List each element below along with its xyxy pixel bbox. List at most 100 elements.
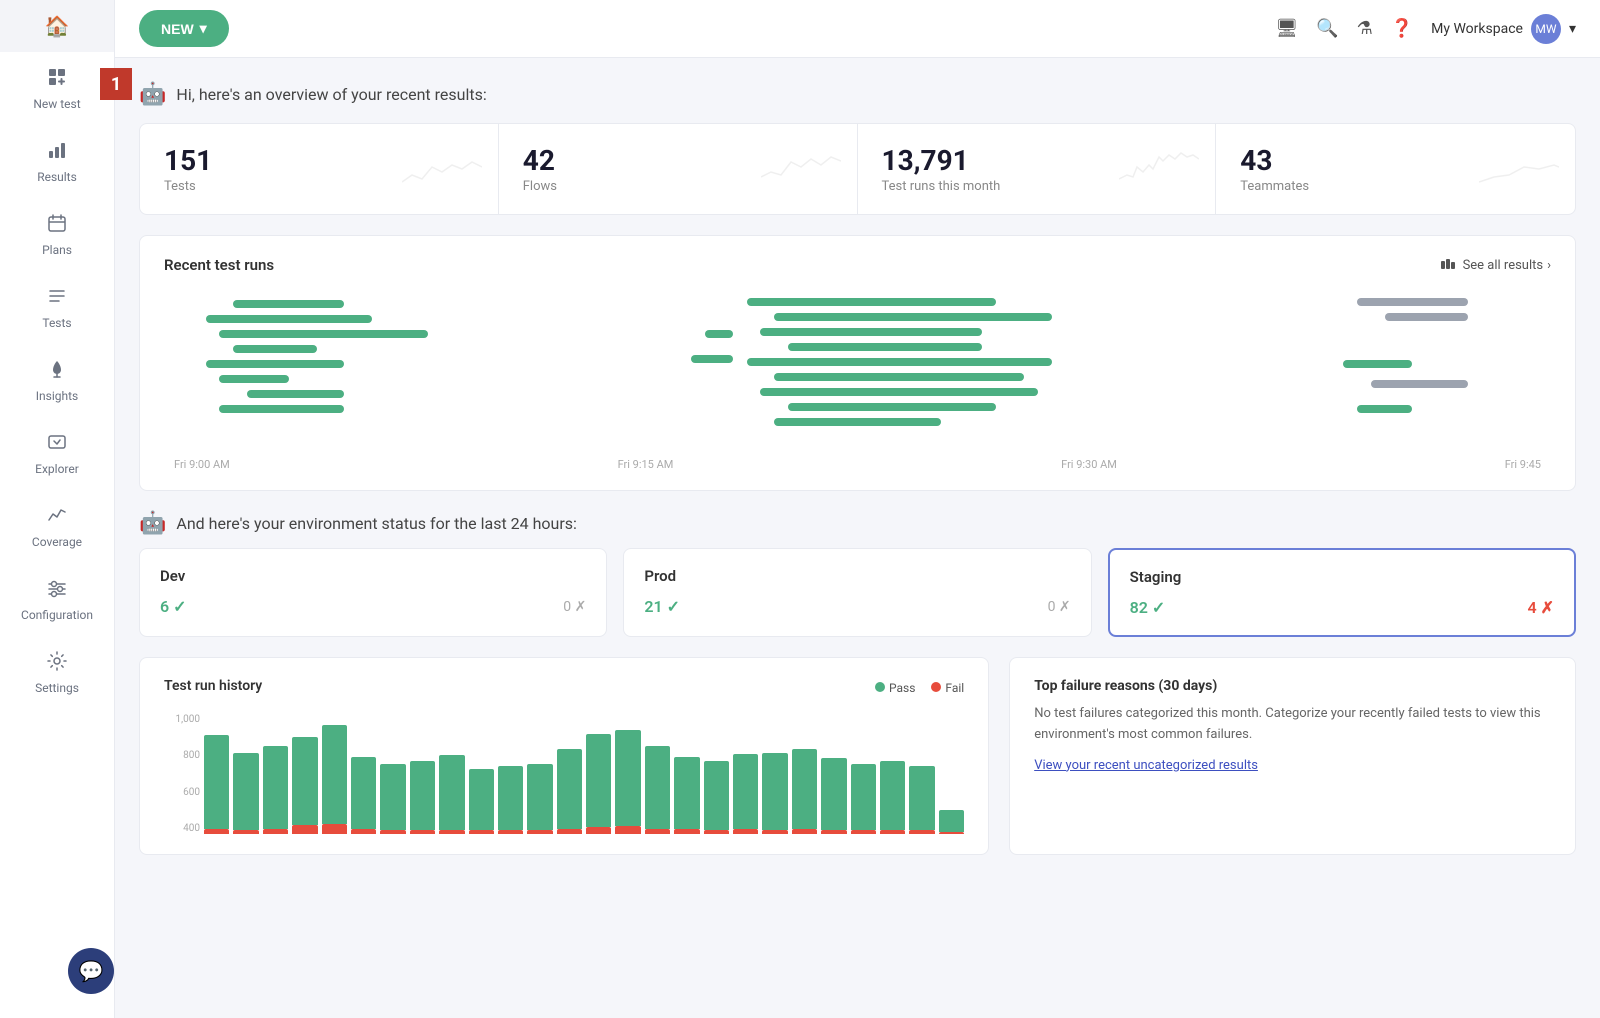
stat-card-teammates[interactable]: 43 Teammates (1216, 124, 1575, 214)
env-card-staging[interactable]: Staging 82 ✓ 4 ✗ (1108, 548, 1576, 637)
filter-icon[interactable]: ⚗ (1357, 18, 1373, 39)
plans-icon (46, 212, 68, 239)
help-icon[interactable]: ❓ (1391, 18, 1413, 39)
sidebar-label-coverage: Coverage (32, 535, 82, 549)
chat-bubble[interactable]: 💬 (68, 948, 114, 994)
bar-group (792, 749, 817, 834)
legend-pass: Pass (875, 681, 915, 695)
bar-fail (410, 830, 435, 834)
bar-fail (674, 829, 699, 835)
sidebar-item-home[interactable]: 🏠 (0, 0, 114, 52)
bar-pass (351, 757, 376, 829)
bar-group (674, 757, 699, 834)
env-fail-prod: 0 ✗ (1048, 599, 1071, 615)
sidebar-item-new-test[interactable]: New test (0, 52, 114, 125)
bar-fail (645, 829, 670, 835)
configuration-icon (46, 577, 68, 604)
failure-link[interactable]: View your recent uncategorized results (1034, 758, 1551, 773)
bar-fail (821, 830, 846, 834)
sidebar-item-results[interactable]: Results (0, 125, 114, 198)
tests-sparkline (402, 147, 482, 191)
dropdown-arrow-icon: ▾ (200, 20, 207, 37)
monitor-icon[interactable]: 🖥 (1275, 18, 1298, 39)
bar-pass (292, 737, 317, 825)
user-avatar: MW (1531, 14, 1561, 44)
timeline-label-2: Fri 9:30 AM (1061, 458, 1117, 470)
bar-pass (733, 754, 758, 829)
bar-fail (792, 829, 817, 835)
bar-pass (909, 766, 934, 830)
bar-group (645, 746, 670, 834)
workspace-dropdown-icon: ▾ (1569, 21, 1576, 37)
bar-pass (410, 761, 435, 829)
bar-fail (380, 830, 405, 834)
bar-pass (557, 749, 582, 828)
new-button-label: NEW (161, 21, 194, 37)
bar-chart (164, 714, 964, 834)
bar-group (469, 769, 494, 834)
env-card-prod[interactable]: Prod 21 ✓ 0 ✗ (623, 548, 1091, 637)
see-all-results-link[interactable]: See all results › (1439, 257, 1551, 273)
bar-pass (498, 766, 523, 830)
recent-runs-header: Recent test runs See all results › (164, 256, 1551, 274)
bar-fail (469, 830, 494, 834)
sidebar-item-explorer[interactable]: Explorer (0, 417, 114, 490)
workspace-menu[interactable]: My Workspace MW ▾ (1431, 14, 1576, 44)
stat-card-tests[interactable]: 151 Tests (140, 124, 499, 214)
bar-fail (292, 825, 317, 834)
bar-pass (380, 764, 405, 830)
bar-pass (233, 753, 258, 830)
new-button[interactable]: NEW ▾ (139, 10, 229, 47)
explorer-icon (46, 431, 68, 458)
bar-pass (821, 758, 846, 830)
sidebar-item-plans[interactable]: Plans (0, 198, 114, 271)
workspace-name: My Workspace (1431, 21, 1523, 37)
topnav-actions: 🖥 🔍 ⚗ ❓ My Workspace MW ▾ (1275, 14, 1576, 44)
search-icon[interactable]: 🔍 (1316, 18, 1338, 39)
failure-title: Top failure reasons (30 days) (1034, 678, 1551, 694)
bar-group (322, 725, 347, 834)
bottom-row: Test run history Pass Fail 1,000 800 600… (139, 657, 1576, 855)
bar-pass (322, 725, 347, 824)
bar-pass (615, 730, 640, 827)
bar-group (263, 746, 288, 834)
bar-pass (851, 764, 876, 830)
bar-fail (439, 830, 464, 834)
sidebar-label-new-test: New test (33, 97, 80, 111)
stat-card-runs[interactable]: 13,791 Test runs this month (858, 124, 1217, 214)
stat-card-flows[interactable]: 42 Flows (499, 124, 858, 214)
bar-group (527, 764, 552, 834)
failure-text: No test failures categorized this month.… (1034, 704, 1551, 746)
env-card-dev[interactable]: Dev 6 ✓ 0 ✗ (139, 548, 607, 637)
bar-pass (939, 810, 964, 832)
flows-sparkline (761, 147, 841, 191)
env-name-prod: Prod (644, 567, 1070, 585)
bar-group (939, 810, 964, 834)
bar-group (292, 737, 317, 834)
new-test-icon (46, 66, 68, 93)
sidebar-item-settings[interactable]: Settings (0, 636, 114, 709)
env-stats-staging: 82 ✓ 4 ✗ (1130, 598, 1554, 617)
gantt-chart: Fri 9:00 AM Fri 9:15 AM Fri 9:30 AM Fri … (164, 290, 1551, 470)
env-pass-staging: 82 ✓ (1130, 598, 1166, 617)
sidebar-item-configuration[interactable]: Configuration (0, 563, 114, 636)
overview-greeting: Hi, here's an overview of your recent re… (176, 85, 486, 104)
coverage-icon (46, 504, 68, 531)
bar-fail (322, 824, 347, 834)
sidebar-item-coverage[interactable]: Coverage (0, 490, 114, 563)
bar-fail (762, 830, 787, 834)
home-icon: 🏠 (45, 14, 70, 38)
bar-pass (704, 761, 729, 829)
bar-group (851, 764, 876, 834)
robot-icon: 🤖 (139, 82, 166, 107)
bar-pass (586, 734, 611, 828)
bar-group (439, 755, 464, 834)
topnav: NEW ▾ 🖥 🔍 ⚗ ❓ My Workspace MW ▾ (115, 0, 1600, 58)
bar-group (733, 754, 758, 834)
sidebar-item-insights[interactable]: Insights (0, 344, 114, 417)
bar-group (880, 761, 905, 834)
sidebar-item-tests[interactable]: Tests (0, 271, 114, 344)
gantt-bars (164, 290, 1551, 450)
bar-group (410, 761, 435, 834)
bar-group (233, 753, 258, 834)
